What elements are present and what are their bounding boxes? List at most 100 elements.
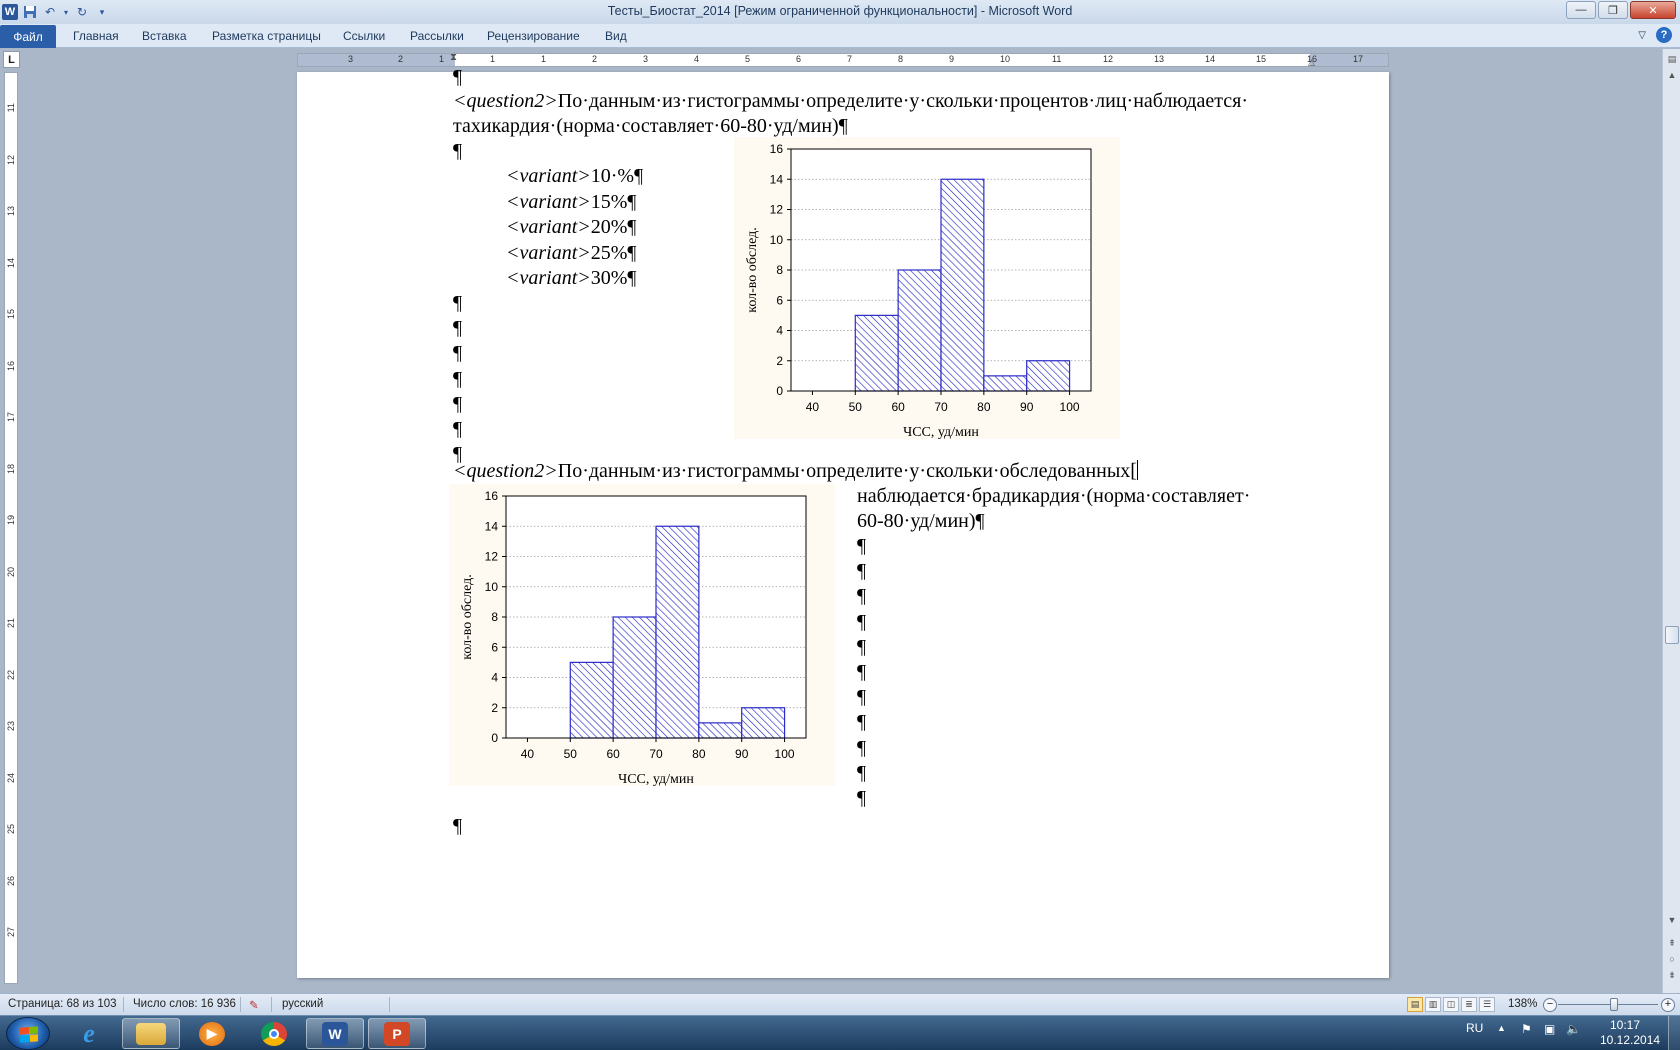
ruler-number: 26	[6, 875, 16, 886]
y-tick-label: 10	[770, 233, 784, 247]
variant-value: 15%¶	[590, 190, 637, 213]
y-tick-label: 12	[770, 203, 784, 217]
prev-page-icon[interactable]: ⇞	[1664, 935, 1680, 951]
variant-tag: <variant>	[506, 241, 591, 264]
tab-references[interactable]: Ссылки	[343, 29, 385, 43]
ruler-number: 19	[6, 515, 16, 526]
zoom-level[interactable]: 138%	[1508, 998, 1537, 1010]
network-icon[interactable]: ▣	[1544, 1022, 1555, 1036]
right-indent-marker-icon[interactable]: △	[1308, 57, 1315, 68]
outline-view-icon[interactable]: ≣	[1461, 997, 1477, 1012]
input-language[interactable]: RU	[1466, 1021, 1483, 1035]
volume-icon[interactable]: 🔈	[1566, 1022, 1581, 1036]
y-axis-label: кол-во обслед.	[745, 227, 760, 313]
start-button[interactable]	[6, 1017, 50, 1050]
ruler-toggle-icon[interactable]: ▤	[1664, 51, 1680, 67]
zoom-slider-track[interactable]	[1558, 1004, 1658, 1005]
variant-value: 20%¶	[590, 216, 637, 238]
document-page[interactable]: ¶ <question2>По·данным·из·гистограммы·оп…	[297, 66, 1389, 978]
next-page-icon[interactable]: ⇟	[1664, 967, 1680, 983]
internet-explorer-icon: e	[83, 1018, 95, 1048]
x-tick-label: 90	[735, 747, 749, 761]
x-axis-label: ЧСС, уд/мин	[903, 425, 979, 439]
y-tick-label: 16	[485, 489, 499, 503]
spellcheck-icon[interactable]: ✎	[249, 998, 259, 1012]
x-tick-label: 50	[849, 400, 863, 414]
minimize-ribbon-icon[interactable]: ▽	[1638, 30, 1646, 41]
title-bar: W ↶ ▾ ↻ ▾ Тесты_Биостат_2014 [Режим огра…	[0, 0, 1680, 24]
answer-variant: <variant>20%¶	[506, 215, 637, 240]
tab-insert[interactable]: Вставка	[142, 29, 187, 43]
close-button[interactable]: ✕	[1630, 1, 1676, 19]
question-tag: <question2>	[453, 460, 558, 482]
scroll-thumb[interactable]	[1665, 626, 1679, 644]
ruler-number: 5	[745, 54, 751, 64]
y-tick-label: 6	[776, 293, 783, 307]
show-desktop-button[interactable]	[1668, 1016, 1680, 1050]
histogram-bar	[940, 178, 985, 392]
taskbar-chrome[interactable]	[245, 1018, 303, 1049]
taskbar-powerpoint[interactable]: P	[368, 1018, 426, 1049]
scroll-up-icon[interactable]: ▲	[1664, 67, 1680, 83]
x-tick-label: 90	[1020, 400, 1034, 414]
question-1-line-2: тахикардия·(норма·составляет·60-80·уд/ми…	[453, 115, 848, 137]
chrome-icon	[261, 1021, 287, 1046]
folder-icon	[136, 1022, 166, 1045]
vertical-scrollbar[interactable]: ▤ ▲ ▼ ⇞ ○ ⇟	[1662, 49, 1680, 993]
scroll-down-icon[interactable]: ▼	[1664, 912, 1680, 928]
ruler-number: 12	[6, 154, 16, 165]
tab-home[interactable]: Главная	[73, 29, 119, 43]
indent-marker-icon[interactable]: ⧗	[450, 52, 457, 63]
vertical-ruler: 11 12 13 14 15 16 17 18 19 20 21 22 23 24 25 26 27	[4, 72, 18, 984]
ruler-number: 8	[898, 54, 904, 64]
ruler-left-margin	[298, 54, 455, 66]
histogram-bar	[1026, 360, 1071, 392]
tab-mailings[interactable]: Рассылки	[410, 29, 464, 43]
full-screen-reading-icon[interactable]: ▥	[1425, 997, 1441, 1012]
paragraph-mark: ¶	[453, 815, 463, 837]
zoom-slider-knob[interactable]	[1610, 998, 1618, 1011]
ruler-number: 23	[6, 721, 16, 732]
action-center-icon[interactable]: ⚑	[1521, 1022, 1532, 1036]
web-layout-icon[interactable]: ◫	[1443, 997, 1459, 1012]
language-indicator[interactable]: русский	[282, 998, 323, 1010]
histogram-chart-2[interactable]: 0 2 4 6 8 10 12 14 16 40 50 60 70 80 90 100 ЧСС, уд/мин к…	[449, 484, 835, 787]
tab-view[interactable]: Вид	[605, 29, 627, 43]
ruler-number: 14	[6, 257, 16, 268]
zoom-out-button[interactable]: −	[1543, 998, 1557, 1012]
show-hidden-icons-icon[interactable]: ▲	[1497, 1023, 1506, 1033]
status-bar: Страница: 68 из 103 Число слов: 16 936 ✎…	[0, 993, 1680, 1015]
minimize-button[interactable]: —	[1566, 1, 1596, 19]
tab-page-layout[interactable]: Разметка страницы	[212, 29, 321, 43]
y-tick-label: 12	[485, 550, 499, 564]
y-tick-label: 16	[770, 142, 784, 156]
ruler-number: 13	[6, 206, 16, 217]
word-count[interactable]: Число слов: 16 936	[133, 998, 236, 1010]
clock-date[interactable]: 10.12.2014	[1600, 1033, 1660, 1047]
taskbar-word[interactable]: W	[306, 1018, 364, 1049]
taskbar: e ▶ W P RU ▲ ⚑ ▣ 🔈 10:17 10.12.2014	[0, 1015, 1680, 1050]
page-counter[interactable]: Страница: 68 из 103	[8, 998, 117, 1010]
status-divider	[389, 997, 390, 1012]
ruler-number: 16	[6, 360, 16, 371]
print-layout-view-icon[interactable]: ▤	[1407, 997, 1423, 1012]
clock-time[interactable]: 10:17	[1610, 1018, 1640, 1032]
tab-file[interactable]: Файл	[0, 25, 56, 48]
ruler-number: 3	[643, 54, 649, 64]
maximize-button[interactable]: ❐	[1598, 1, 1628, 19]
zoom-in-button[interactable]: +	[1661, 998, 1675, 1012]
histogram-chart-1[interactable]: 0 2 4 6 8 10 12 14 16 40 50 60 70 80 90 100 ЧСС, уд/мин к…	[734, 137, 1120, 440]
paragraph-mark: ¶	[453, 317, 463, 340]
histogram-bar	[983, 375, 1028, 392]
taskbar-explorer[interactable]	[122, 1018, 180, 1049]
variant-tag: <variant>	[506, 190, 591, 213]
browse-object-icon[interactable]: ○	[1664, 951, 1680, 967]
histogram-bar	[612, 616, 657, 739]
taskbar-media-player[interactable]: ▶	[183, 1018, 241, 1049]
taskbar-internet-explorer[interactable]: e	[60, 1018, 118, 1049]
draft-view-icon[interactable]: ☰	[1479, 997, 1495, 1012]
tab-review[interactable]: Рецензирование	[487, 29, 580, 43]
ruler-number: 20	[6, 566, 16, 577]
tab-selector[interactable]: L	[3, 51, 20, 68]
help-icon[interactable]: ?	[1656, 27, 1672, 43]
